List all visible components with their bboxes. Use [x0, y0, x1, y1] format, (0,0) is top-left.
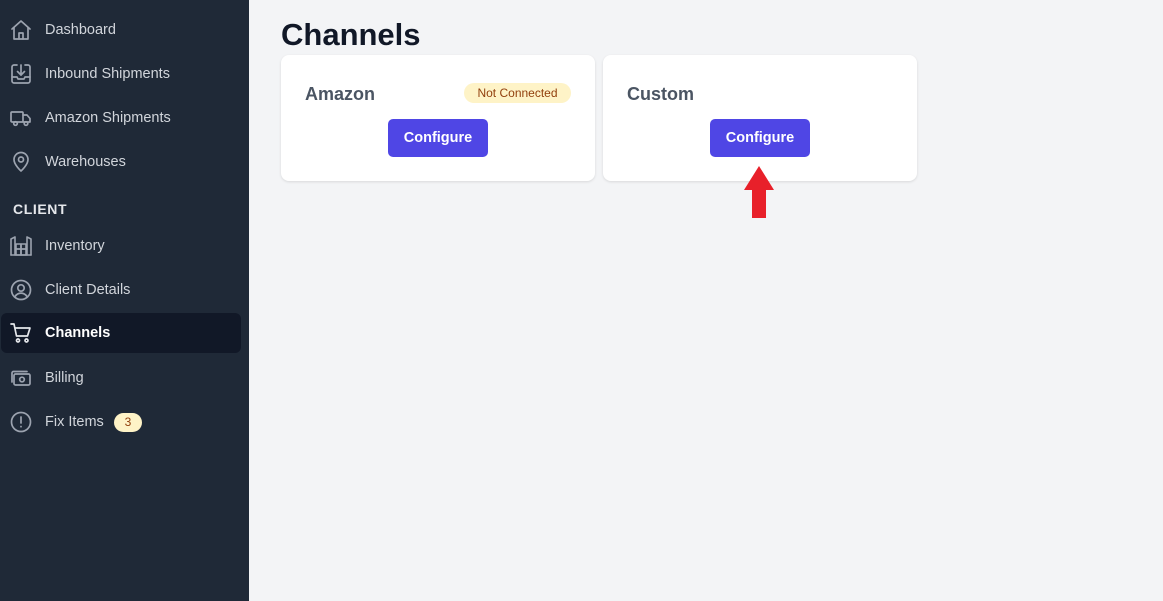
sidebar-item-label: Dashboard: [45, 22, 116, 38]
sidebar: Dashboard Inbound Shipments Amazon Shipm…: [0, 0, 249, 601]
sidebar-item-billing[interactable]: Billing: [1, 358, 241, 398]
sidebar-item-fix-items[interactable]: Fix Items 3: [1, 402, 241, 442]
channel-name: Custom: [627, 84, 694, 104]
sidebar-item-label: Inbound Shipments: [45, 66, 170, 82]
section-label-client: CLIENT: [13, 201, 68, 217]
sidebar-item-client-details[interactable]: Client Details: [1, 270, 241, 310]
sidebar-item-label: Client Details: [45, 282, 131, 298]
status-badge: Not Connected: [464, 83, 571, 103]
map-pin-icon: [9, 150, 33, 174]
sidebar-item-label: Inventory: [45, 238, 105, 254]
user-circle-icon: [9, 278, 33, 302]
home-icon: [9, 18, 33, 42]
sidebar-item-inbound-shipments[interactable]: Inbound Shipments: [1, 54, 241, 94]
sidebar-item-warehouses[interactable]: Warehouses: [1, 142, 241, 182]
truck-icon: [9, 106, 33, 130]
sidebar-item-label: Fix Items: [45, 414, 104, 430]
channel-name: Amazon: [305, 84, 376, 104]
sidebar-item-label: Billing: [45, 370, 84, 386]
sidebar-item-label: Warehouses: [45, 154, 126, 170]
channel-card-custom: Custom Configure: [603, 55, 917, 181]
fix-items-count-badge: 3: [114, 413, 142, 432]
configure-custom-button[interactable]: Configure: [710, 119, 810, 157]
page-title: Channels: [281, 17, 421, 52]
annotation-arrow-icon: [744, 166, 774, 218]
cash-icon: [9, 366, 33, 390]
exclamation-circle-icon: [9, 410, 33, 434]
inbox-download-icon: [9, 62, 33, 86]
warehouse-shelves-icon: [9, 234, 33, 258]
sidebar-item-dashboard[interactable]: Dashboard: [1, 10, 241, 50]
sidebar-item-inventory[interactable]: Inventory: [1, 226, 241, 266]
shopping-cart-icon: [9, 321, 33, 345]
sidebar-item-channels[interactable]: Channels: [1, 313, 241, 353]
configure-amazon-button[interactable]: Configure: [388, 119, 488, 157]
sidebar-item-amazon-shipments[interactable]: Amazon Shipments: [1, 98, 241, 138]
channel-card-amazon: Amazon Not Connected Configure: [281, 55, 595, 181]
sidebar-item-label: Channels: [45, 325, 111, 341]
sidebar-item-label: Amazon Shipments: [45, 110, 171, 126]
